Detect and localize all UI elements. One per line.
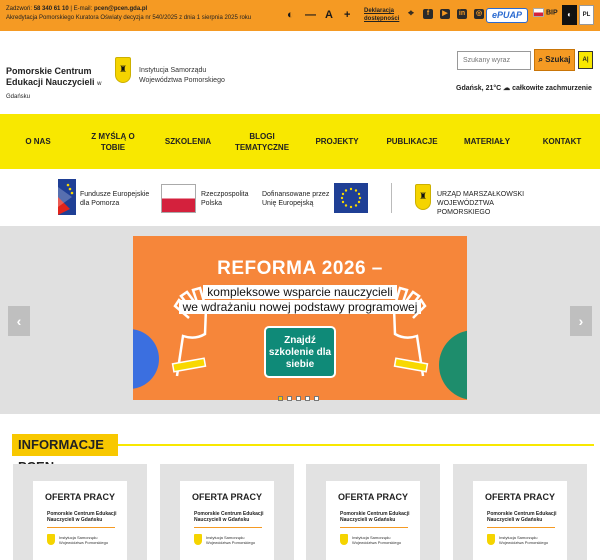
bip-label: BIP [545,9,558,17]
nav-item-materialy[interactable]: MATERIAŁY [456,114,518,169]
high-contrast-button[interactable]: ◐ [562,5,577,25]
nav-item-blogi-tematyczne[interactable]: BLOGI TEMATYCZNE [231,114,293,169]
section-divider [118,444,594,446]
eu-label: Dofinansowane przez Unię Europejską [262,191,330,207]
slide-subtitle-line-1: kompleksowe wsparcie nauczycieli [203,285,397,299]
search-icon: ⌕ [538,55,543,64]
fundusze-europejskie-logo [58,179,76,215]
slider-dot[interactable] [287,396,292,401]
main-nav: O NAS Z MYŚLĄ O TOBIE SZKOLENIA BLOGI TE… [0,114,600,169]
eu-flag-icon [334,183,368,213]
card-crest-icon [487,534,495,545]
map-pin-icon[interactable]: ⌖ [406,9,416,19]
accreditation-text: Akredytacja Pomorskiego Kuratora Oświaty… [6,15,252,21]
institution-label: Instytucja Samorządu Województwa Pomorsk… [139,66,225,86]
contact-info: Zadzwoń: 58 340 61 10 | E-mail: pcen@pce… [6,6,252,21]
slider-dot[interactable] [296,396,301,401]
pomorskie-crest-icon [115,57,131,83]
card-image: OFERTA PRACY Pomorskie Centrum Edukacji … [33,481,127,560]
email-label: E-mail: [73,6,93,12]
weather-widget: Gdańsk, 21°C ☁ całkowite zachmurzenie [456,85,592,92]
fe-label: Fundusze Europejskie dla Pomorza [80,191,150,207]
nav-item-o-nas[interactable]: O NAS [12,114,64,169]
rp-label: Rzeczpospolita Polska [201,191,249,207]
epuap-link[interactable]: ePUAP [486,8,528,23]
search-input[interactable] [457,51,531,70]
facebook-icon[interactable]: f [423,9,433,19]
card-title: OFERTA PRACY [44,492,115,502]
slider-dot[interactable] [314,396,319,401]
card-institution: Instytucja Samorządu Województwa Pomorsk… [499,535,549,545]
funding-logos: Fundusze Europejskie dla Pomorza Rzeczpo… [0,170,600,226]
card-title: OFERTA PRACY [337,492,408,502]
card-title: OFERTA PRACY [484,492,555,502]
slide-title: REFORMA 2026 – [217,258,383,279]
language-switch[interactable]: PL [579,5,594,25]
card-accent-line [47,527,115,528]
search-button[interactable]: ⌕ Szukaj [534,49,575,71]
top-bar: Zadzwoń: 58 340 61 10 | E-mail: pcen@pce… [0,0,600,31]
site-logo[interactable]: Pomorskie Centrum Edukacji Nauczycieli w… [6,66,116,103]
card-institution: Instytucja Samorządu Województwa Pomorsk… [59,535,109,545]
slide-subtitle-line-2: we wdrażaniu nowej podstawy programowej [178,300,422,314]
slider-prev-button[interactable]: ‹ [8,306,30,336]
card-image: OFERTA PRACY Pomorskie Centrum Edukacji … [473,481,567,560]
card-org: Pomorskie Centrum Edukacji Nauczycieli w… [47,511,117,523]
hero-slider: ‹ › REFORMA 2026 – kompleksowe wsparcie … [0,226,600,414]
section-title: INFORMACJE PCEN [12,434,118,474]
info-card[interactable]: OFERTA PRACY Pomorskie Centrum Edukacji … [160,464,294,560]
card-crest-icon [194,534,202,545]
urzad-crest-icon [415,184,431,210]
card-institution: Instytucja Samorządu Województwa Pomorsk… [352,535,402,545]
accessibility-declaration-link[interactable]: Deklaracja dostępności [364,7,399,23]
instagram-icon[interactable]: ◎ [474,9,484,19]
info-card[interactable]: OFERTA PRACY Pomorskie Centrum Edukacji … [453,464,587,560]
bip-link[interactable]: BIP [533,8,558,17]
org-name: Pomorskie Centrum Edukacji Nauczycieli [6,66,95,87]
card-org: Pomorskie Centrum Edukacji Nauczycieli w… [340,511,410,523]
card-institution: Instytucja Samorządu Województwa Pomorsk… [206,535,256,545]
card-org: Pomorskie Centrum Edukacji Nauczycieli w… [487,511,557,523]
font-increase-button[interactable]: + [344,8,350,22]
info-card[interactable]: OFERTA PRACY Pomorskie Centrum Edukacji … [306,464,440,560]
polish-flag-icon [161,184,196,213]
slider-dot[interactable] [305,396,310,401]
find-training-bubble[interactable]: Znajdź szkolenie dla siebie [264,326,336,378]
accessibility-toggle-button[interactable]: A| [578,51,593,69]
font-normal-button[interactable]: A [325,8,333,22]
card-accent-line [194,527,262,528]
card-accent-line [487,527,555,528]
search-button-label: Szukaj [545,55,571,64]
phone-link[interactable]: 58 340 61 10 [34,6,69,12]
contrast-icon[interactable]: ◐ [287,8,294,22]
slide-subtitle: kompleksowe wsparcie nauczycieli we wdra… [133,285,467,315]
nav-item-publikacje[interactable]: PUBLIKACJE [380,114,444,169]
institution-line-1: Instytucja Samorządu [139,67,207,74]
card-image: OFERTA PRACY Pomorskie Centrum Edukacji … [180,481,274,560]
nav-item-z-mysla-o-tobie[interactable]: Z MYŚLĄ O TOBIE [82,114,144,169]
slider-next-button[interactable]: › [570,306,592,336]
linkedin-icon[interactable]: in [457,9,467,19]
card-crest-icon [340,534,348,545]
youtube-icon[interactable]: ▶ [440,9,450,19]
nav-item-projekty[interactable]: PROJEKTY [306,114,368,169]
phone-label: Zadzwoń: [6,6,33,12]
card-title: OFERTA PRACY [191,492,262,502]
card-image: OFERTA PRACY Pomorskie Centrum Edukacji … [326,481,420,560]
nav-item-kontakt[interactable]: KONTAKT [532,114,592,169]
card-accent-line [340,527,408,528]
logos-divider [391,183,392,213]
nav-item-szkolenia[interactable]: SZKOLENIA [159,114,217,169]
institution-line-2: Województwa Pomorskiego [139,77,225,84]
slider-dot[interactable] [278,396,283,401]
urzad-label: URZĄD MARSZAŁKOWSKI WOJEWÓDZTWA POMORSKI… [437,191,525,216]
bip-flag-icon [533,8,544,17]
font-decrease-button[interactable]: — [305,8,316,22]
card-crest-icon [47,534,55,545]
info-card[interactable]: OFERTA PRACY Pomorskie Centrum Edukacji … [13,464,147,560]
slide-reforma-2026[interactable]: REFORMA 2026 – kompleksowe wsparcie nauc… [133,236,467,400]
email-link[interactable]: pcen@pcen.gda.pl [94,6,147,12]
card-org: Pomorskie Centrum Edukacji Nauczycieli w… [194,511,264,523]
